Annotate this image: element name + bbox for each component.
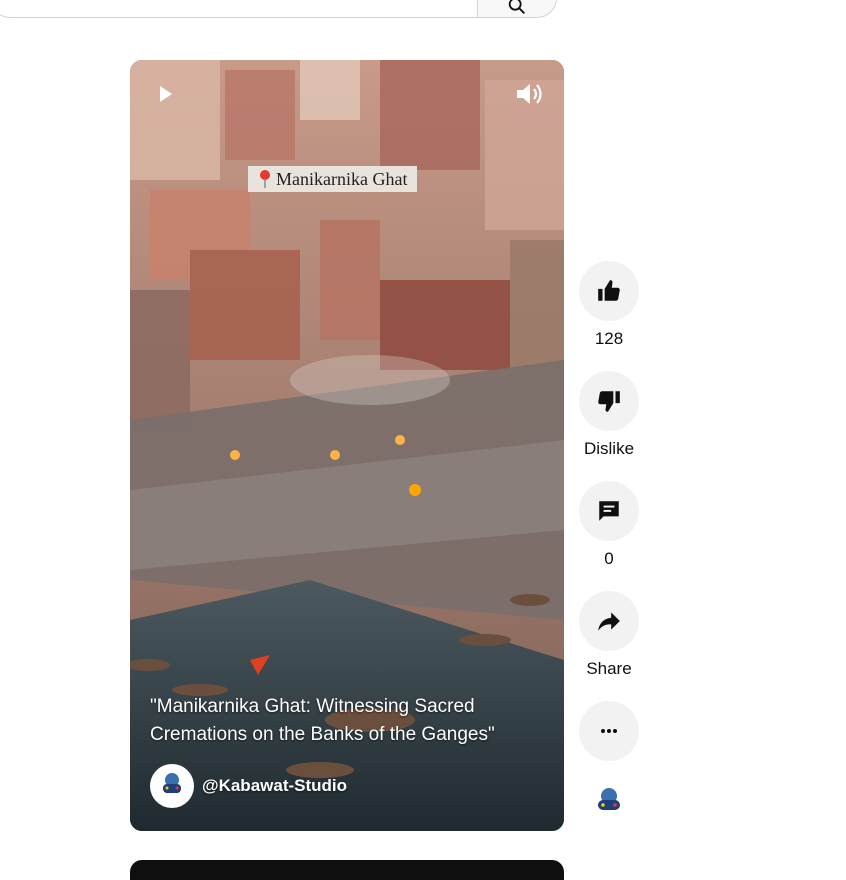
search-button[interactable] <box>477 0 557 18</box>
more-horizontal-icon <box>601 729 617 733</box>
thumbs-up-icon <box>598 280 620 301</box>
comment-action: 0 <box>579 481 639 569</box>
location-caption: Manikarnika Ghat <box>248 166 418 192</box>
channel-info[interactable]: @Kabawat-Studio <box>150 764 347 808</box>
short-video-player[interactable]: Manikarnika Ghat "Manikarnika Ghat: Witn… <box>130 60 564 831</box>
channel-handle[interactable]: @Kabawat-Studio <box>202 776 347 796</box>
play-icon[interactable] <box>158 84 174 104</box>
search-input[interactable] <box>0 0 478 18</box>
gaming-club-logo-icon <box>163 773 181 793</box>
channel-avatar[interactable] <box>150 764 194 808</box>
comment-button[interactable] <box>579 481 639 541</box>
share-icon <box>598 612 620 631</box>
dislike-button[interactable] <box>579 371 639 431</box>
share-action: Share <box>579 591 639 679</box>
pin-icon <box>260 170 270 188</box>
dislike-label: Dislike <box>583 439 635 458</box>
share-label: Share <box>586 659 632 678</box>
like-button[interactable] <box>579 261 639 321</box>
comment-count: 0 <box>604 549 614 568</box>
search-icon <box>508 0 525 14</box>
volume-icon[interactable] <box>514 80 544 108</box>
more-options-button[interactable] <box>579 701 639 761</box>
like-action: 128 <box>579 261 639 349</box>
thumbs-down-icon <box>598 391 620 412</box>
channel-logo-thumbnail[interactable] <box>588 782 630 824</box>
more-action <box>579 701 639 761</box>
comment-icon <box>599 501 619 521</box>
share-button[interactable] <box>579 591 639 651</box>
location-text: Manikarnika Ghat <box>276 168 408 189</box>
dislike-action: Dislike <box>579 371 639 459</box>
next-short-preview[interactable] <box>130 860 564 880</box>
video-title[interactable]: "Manikarnika Ghat: Witnessing Sacred Cre… <box>150 693 550 749</box>
like-count: 128 <box>594 329 624 348</box>
microphone-icon[interactable] <box>580 0 604 8</box>
